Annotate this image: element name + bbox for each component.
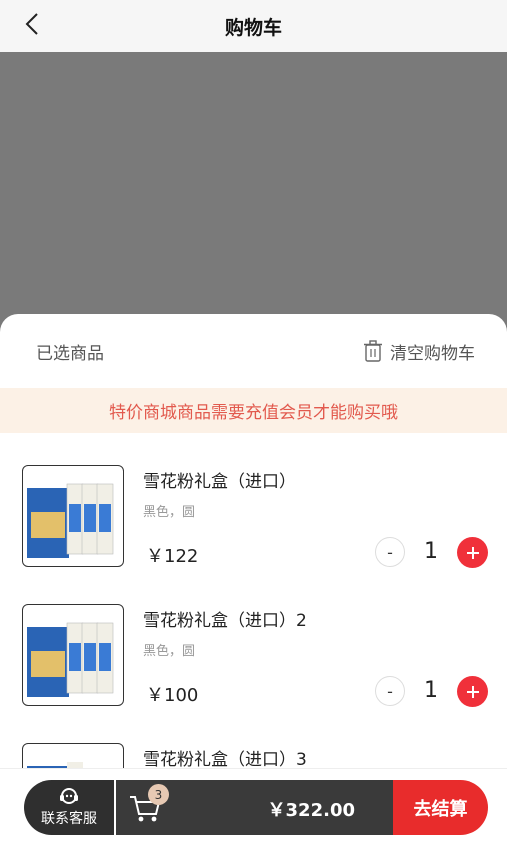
dim-overlay[interactable] (0, 52, 507, 322)
clear-cart-button[interactable]: 清空购物车 (364, 339, 475, 364)
customer-service-label: 联系客服 (41, 811, 97, 827)
back-button[interactable] (20, 10, 44, 38)
quantity-value: 1 (424, 539, 438, 564)
product-spec: 黑色，圆 (143, 644, 196, 659)
list-item: 雪花粉礼盒（进口）2 黑色，圆 ￥100 - 1 (0, 572, 507, 711)
product-spec: 黑色，圆 (143, 505, 196, 520)
checkout-button[interactable]: 去结算 (393, 780, 488, 835)
product-box-illustration (27, 483, 114, 558)
quantity-value: 1 (424, 678, 438, 703)
sheet-header: 已选商品 清空购物车 (0, 314, 507, 388)
total-bar: 3 ￥322.00 (116, 780, 393, 835)
total-price: ￥322.00 (267, 800, 355, 821)
checkout-bar: 联系客服 3 ￥322.00 去结算 (0, 768, 507, 846)
cart-count-badge: 3 (148, 784, 169, 805)
page-title: 购物车 (224, 16, 282, 39)
product-image[interactable] (22, 604, 124, 706)
member-notice: 特价商城商品需要充值会员才能购买哦 (0, 388, 507, 433)
nav-bar: 购物车 (0, 0, 507, 52)
headset-icon (60, 788, 78, 804)
product-box-illustration (27, 622, 114, 697)
decrease-button[interactable]: - (375, 537, 405, 567)
clear-cart-label: 清空购物车 (390, 343, 475, 364)
trash-icon (364, 340, 382, 362)
plus-icon (466, 546, 479, 559)
list-item: 雪花粉礼盒（进口） 黑色，圆 ￥122 - 1 (0, 433, 507, 572)
increase-button[interactable] (457, 676, 488, 707)
product-name: 雪花粉礼盒（进口） (143, 472, 296, 492)
cart-sheet: 已选商品 清空购物车 特价商城商品需要充值会员才能购买哦 雪花粉礼盒（进口） 黑… (0, 314, 507, 845)
product-name: 雪花粉礼盒（进口）3 (143, 750, 307, 770)
customer-service-button[interactable]: 联系客服 (24, 780, 114, 835)
plus-icon (466, 685, 479, 698)
product-image[interactable] (22, 465, 124, 567)
selected-label: 已选商品 (36, 343, 104, 364)
product-price: ￥122 (146, 546, 199, 567)
increase-button[interactable] (457, 537, 488, 568)
product-name: 雪花粉礼盒（进口）2 (143, 611, 307, 631)
product-price: ￥100 (146, 685, 199, 706)
chevron-left-icon (25, 13, 38, 35)
decrease-button[interactable]: - (375, 676, 405, 706)
